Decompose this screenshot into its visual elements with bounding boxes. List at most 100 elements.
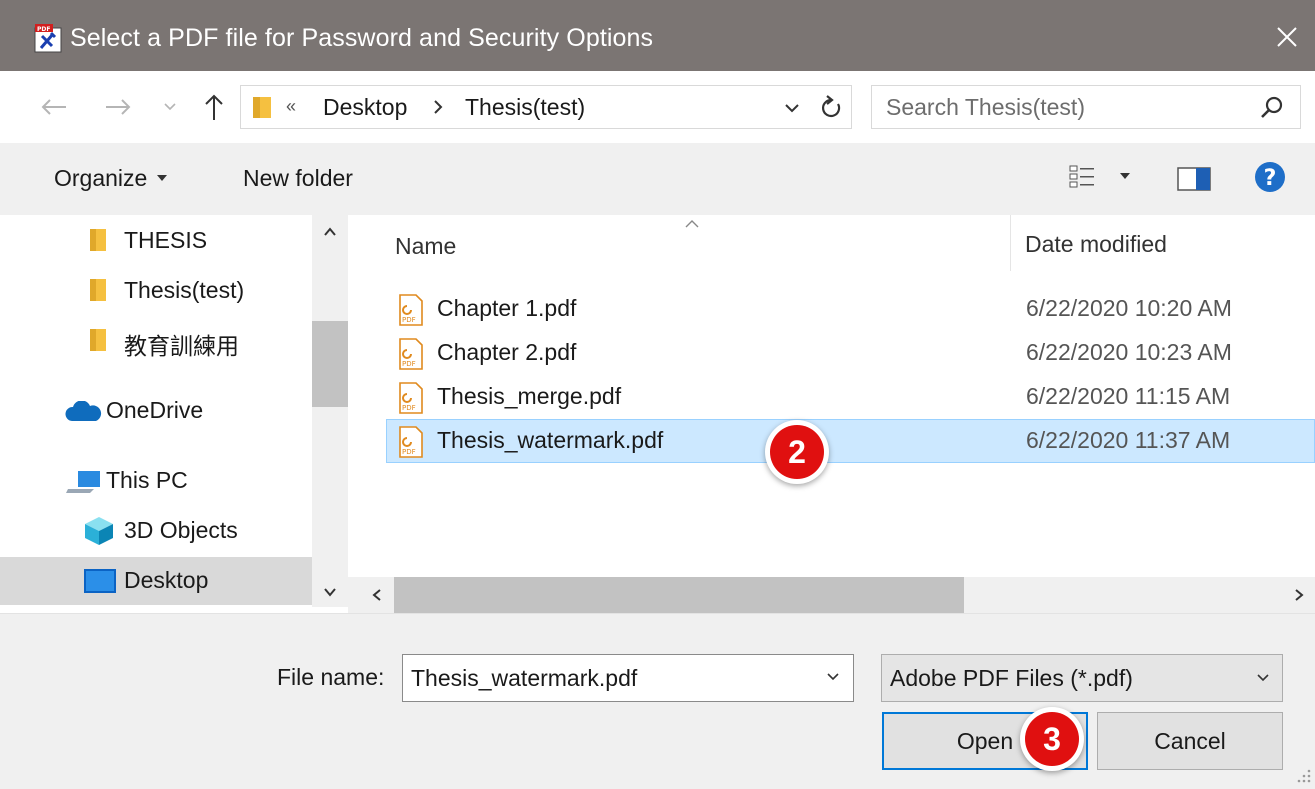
help-icon[interactable]: ? [1254, 161, 1286, 193]
scroll-left-icon[interactable] [370, 588, 382, 602]
svg-text:PDF: PDF [402, 360, 416, 368]
chevron-down-icon [164, 103, 176, 111]
command-bar: Organize New folder ? [0, 143, 1315, 215]
pdf-file-icon: PDF [399, 382, 423, 414]
cloud-icon [65, 401, 102, 421]
svg-text:PDF: PDF [402, 448, 416, 456]
window-title: Select a PDF file for Password and Secur… [70, 24, 654, 52]
step-number: 2 [770, 425, 824, 479]
step-badge-3: 3 [1020, 707, 1084, 771]
forward-button[interactable] [100, 87, 136, 127]
sidebar-item-training[interactable]: 教育訓練用 [0, 317, 312, 365]
sidebar-item-this-pc[interactable]: This PC [0, 457, 312, 505]
sidebar-item-3d-objects[interactable]: 3D Objects [0, 507, 312, 555]
sidebar-item-label: Desktop [124, 567, 209, 593]
search-box[interactable]: Search Thesis(test) [871, 85, 1301, 129]
navigation-bar: « Desktop Thesis(test) Search Thesis(tes… [0, 71, 1315, 143]
address-dropdown-icon[interactable] [781, 98, 803, 118]
acrobat-security-app-icon: PDF [34, 24, 62, 53]
navigation-pane-scrollbar[interactable] [312, 215, 348, 607]
folder-icon [90, 329, 106, 351]
file-date: 6/22/2020 10:23 AM [1026, 339, 1232, 365]
breadcrumb-overflow[interactable]: « [286, 96, 296, 117]
back-button[interactable] [36, 87, 72, 127]
svg-text:?: ? [1264, 166, 1277, 191]
step-number: 3 [1025, 712, 1079, 766]
search-input[interactable]: Search Thesis(test) [886, 94, 1085, 121]
sidebar-item-thesis-test[interactable]: Thesis(test) [0, 267, 312, 315]
file-row[interactable]: PDF Chapter 1.pdf 6/22/2020 10:20 AM [386, 287, 1315, 331]
svg-text:PDF: PDF [402, 404, 416, 412]
recent-locations-button[interactable] [158, 87, 182, 127]
sort-ascending-icon [685, 220, 699, 228]
organize-button[interactable]: Organize [54, 165, 168, 192]
breadcrumb-desktop[interactable]: Desktop [323, 94, 407, 121]
pdf-file-icon: PDF [399, 426, 423, 458]
organize-label: Organize [54, 165, 148, 191]
file-type-select[interactable]: Adobe PDF Files (*.pdf) [881, 654, 1283, 702]
computer-icon [66, 471, 100, 493]
column-divider[interactable] [1010, 215, 1011, 271]
file-row[interactable]: PDF Thesis_merge.pdf 6/22/2020 11:15 AM [386, 375, 1315, 419]
column-header-name[interactable]: Name [395, 233, 456, 260]
arrow-up-icon [205, 94, 223, 120]
address-bar[interactable]: « Desktop Thesis(test) [240, 85, 852, 129]
sidebar-item-label: THESIS [124, 227, 208, 253]
file-date: 6/22/2020 10:20 AM [1026, 295, 1232, 321]
title-bar: PDF Select a PDF file for Password and S… [0, 0, 1315, 71]
cancel-button[interactable]: Cancel [1097, 712, 1283, 770]
navigation-pane: THESIS Thesis(test) 教育訓練用 OneDrive This … [0, 215, 312, 607]
up-button[interactable] [196, 87, 232, 127]
arrow-right-icon [106, 99, 131, 115]
scrollbar-thumb[interactable] [394, 577, 964, 613]
cube-icon [85, 517, 113, 545]
details-view-icon[interactable] [1068, 163, 1098, 193]
sidebar-item-label: 教育訓練用 [124, 333, 239, 359]
chevron-down-icon[interactable] [826, 672, 840, 682]
refresh-icon[interactable] [817, 94, 845, 122]
file-name: Chapter 2.pdf [437, 339, 577, 365]
file-row[interactable]: PDF Chapter 2.pdf 6/22/2020 10:23 AM [386, 331, 1315, 375]
preview-pane-icon[interactable] [1176, 165, 1212, 193]
sidebar-item-thesis[interactable]: THESIS [0, 217, 312, 265]
breadcrumb-separator-icon[interactable] [431, 98, 445, 116]
view-options-caret-icon[interactable] [1120, 173, 1130, 179]
sidebar-item-onedrive[interactable]: OneDrive [0, 387, 312, 435]
folder-icon [90, 279, 106, 301]
file-list-horizontal-scrollbar[interactable] [348, 577, 1315, 613]
file-name: Thesis_merge.pdf [437, 383, 622, 409]
step-badge-2: 2 [765, 420, 829, 484]
sidebar-item-label: 3D Objects [124, 517, 238, 543]
svg-text:PDF: PDF [37, 26, 50, 33]
arrow-left-icon [41, 99, 66, 115]
file-type-value: Adobe PDF Files (*.pdf) [890, 665, 1133, 691]
file-date: 6/22/2020 11:15 AM [1026, 383, 1231, 409]
file-list: Name Date modified PDF Chapter 1.pdf 6/2… [348, 215, 1315, 577]
folder-icon [90, 229, 106, 251]
pdf-file-icon: PDF [399, 294, 423, 326]
sidebar-item-desktop[interactable]: Desktop [0, 557, 312, 605]
pdf-file-icon: PDF [399, 338, 423, 370]
scroll-up-icon[interactable] [323, 225, 337, 237]
new-folder-button[interactable]: New folder [243, 165, 353, 192]
svg-text:PDF: PDF [402, 316, 416, 324]
sidebar-item-label: Thesis(test) [124, 277, 245, 303]
file-row-selected[interactable]: PDF Thesis_watermark.pdf 6/22/2020 11:37… [386, 419, 1315, 463]
desktop-icon [84, 569, 116, 593]
chevron-down-icon [1257, 674, 1269, 682]
file-name-input[interactable] [402, 654, 854, 702]
search-icon[interactable] [1258, 94, 1286, 122]
file-name-label: File name: [277, 664, 385, 690]
scroll-down-icon[interactable] [323, 587, 337, 599]
file-date: 6/22/2020 11:37 AM [1026, 427, 1231, 453]
sidebar-item-label: This PC [106, 467, 188, 493]
breadcrumb-thesis-test[interactable]: Thesis(test) [465, 94, 585, 121]
resize-grip-icon[interactable] [1294, 766, 1312, 784]
column-header-date-modified[interactable]: Date modified [1025, 231, 1167, 258]
scrollbar-thumb[interactable] [312, 321, 348, 407]
scroll-right-icon[interactable] [1294, 588, 1306, 602]
file-name: Chapter 1.pdf [437, 295, 577, 321]
file-name: Thesis_watermark.pdf [437, 427, 664, 453]
close-icon[interactable] [1270, 20, 1304, 54]
folder-icon [253, 97, 271, 118]
